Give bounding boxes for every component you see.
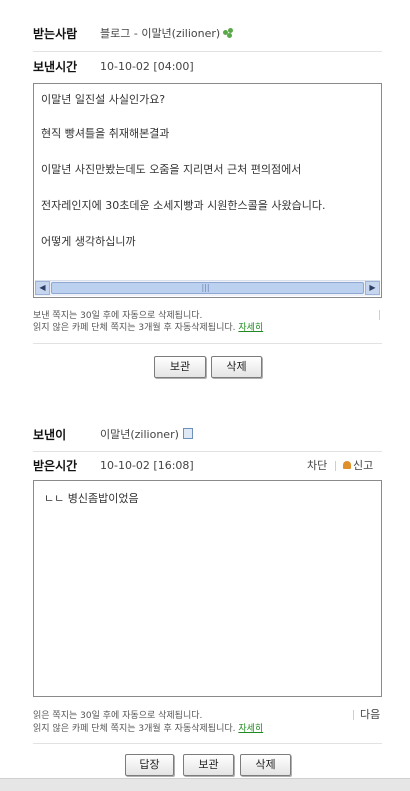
scroll-right-button[interactable]: ▶ [365, 281, 380, 295]
separator [353, 710, 354, 720]
delete-button[interactable]: 삭제 [211, 356, 262, 378]
recipient-row: 받는사람 블로그 - 이말년(zilioner) [33, 26, 382, 42]
sender-value[interactable]: 이말년(zilioner) [100, 427, 193, 443]
delete-button[interactable]: 삭제 [240, 754, 291, 776]
separator [335, 461, 336, 471]
reply-button[interactable]: 답장 [125, 754, 174, 776]
sent-time-row: 보낸시간 10-10-02 [04:00] [33, 59, 382, 75]
sender-name[interactable]: 이말년(zilioner) [100, 428, 179, 441]
unread-delete-text: 읽지 않은 카페 단체 쪽지는 3개월 후 자동삭제됩니다. [33, 323, 236, 333]
auto-delete-note: 읽은 쪽지는 30일 후에 자동으로 삭제됩니다. [33, 711, 203, 721]
recipient-name[interactable]: 블로그 - 이말년(zilioner) [100, 27, 220, 40]
siren-icon [343, 461, 351, 469]
message-line: 현직 빵셔틀을 취재해본결과 [41, 127, 170, 140]
message-line: 이말년 일진설 사실인가요? [41, 93, 166, 106]
received-message-body[interactable]: ㄴㄴ 병신좀밥이었음 [33, 480, 382, 697]
message-line: 어떻게 생각하십니까 [41, 235, 136, 248]
received-time-row: 받은시간 10-10-02 [16:08] 차단 신고 [33, 458, 382, 474]
received-time-label: 받은시간 [33, 459, 78, 473]
horizontal-scrollbar[interactable]: ◀ ||| ▶ [35, 280, 380, 296]
window-bottom-edge [0, 778, 410, 791]
separator [379, 310, 380, 320]
sent-time-label: 보낸시간 [33, 60, 78, 74]
message-line: 전자레인지에 30초데운 소세지빵과 시원한스콜을 사왔습니다. [41, 199, 326, 212]
sender-label: 보낸이 [33, 428, 67, 442]
received-time-value: 10-10-02 [16:08] [100, 459, 194, 472]
divider [33, 51, 382, 52]
sent-time-value: 10-10-02 [04:00] [100, 60, 194, 73]
divider [33, 743, 382, 744]
received-message-section: 보낸이 이말년(zilioner) 받은시간 10-10-02 [16:08] … [33, 420, 382, 778]
sent-message-body[interactable]: 이말년 일진설 사실인가요? 현직 빵셔틀을 취재해본결과 이말년 사진만봤는데… [33, 83, 382, 298]
scroll-grip-icon: ||| [201, 283, 210, 292]
message-line: ㄴㄴ 병신좀밥이었음 [44, 492, 139, 505]
divider [33, 451, 382, 452]
report-link[interactable]: 신고 [343, 458, 373, 474]
report-label: 신고 [353, 459, 374, 472]
unread-delete-note: 읽지 않은 카페 단체 쪽지는 3개월 후 자동삭제됩니다. 자세히 [33, 320, 263, 333]
unread-delete-text: 읽지 않은 카페 단체 쪽지는 3개월 후 자동삭제됩니다. [33, 724, 236, 734]
memo-icon[interactable] [182, 428, 193, 439]
sent-message-section: 받는사람 블로그 - 이말년(zilioner) 보낸시간 10-10-02 [… [33, 20, 382, 390]
scroll-left-button[interactable]: ◀ [35, 281, 50, 295]
keep-button[interactable]: 보관 [154, 356, 206, 378]
more-info-link[interactable]: 자세히 [238, 323, 263, 333]
recipient-value[interactable]: 블로그 - 이말년(zilioner) [100, 26, 234, 42]
sender-row: 보낸이 이말년(zilioner) [33, 427, 382, 443]
recipient-label: 받는사람 [33, 27, 78, 41]
next-link[interactable]: 다음 [360, 706, 380, 722]
message-line: 이말년 사진만봤는데도 오줌을 지리면서 근처 편의점에서 [41, 163, 302, 176]
more-info-link[interactable]: 자세히 [238, 724, 263, 734]
clover-icon [223, 28, 234, 38]
keep-button[interactable]: 보관 [183, 754, 234, 776]
block-link[interactable]: 차단 [307, 458, 327, 474]
unread-delete-note: 읽지 않은 카페 단체 쪽지는 3개월 후 자동삭제됩니다. 자세히 [33, 721, 263, 734]
divider [33, 343, 382, 344]
